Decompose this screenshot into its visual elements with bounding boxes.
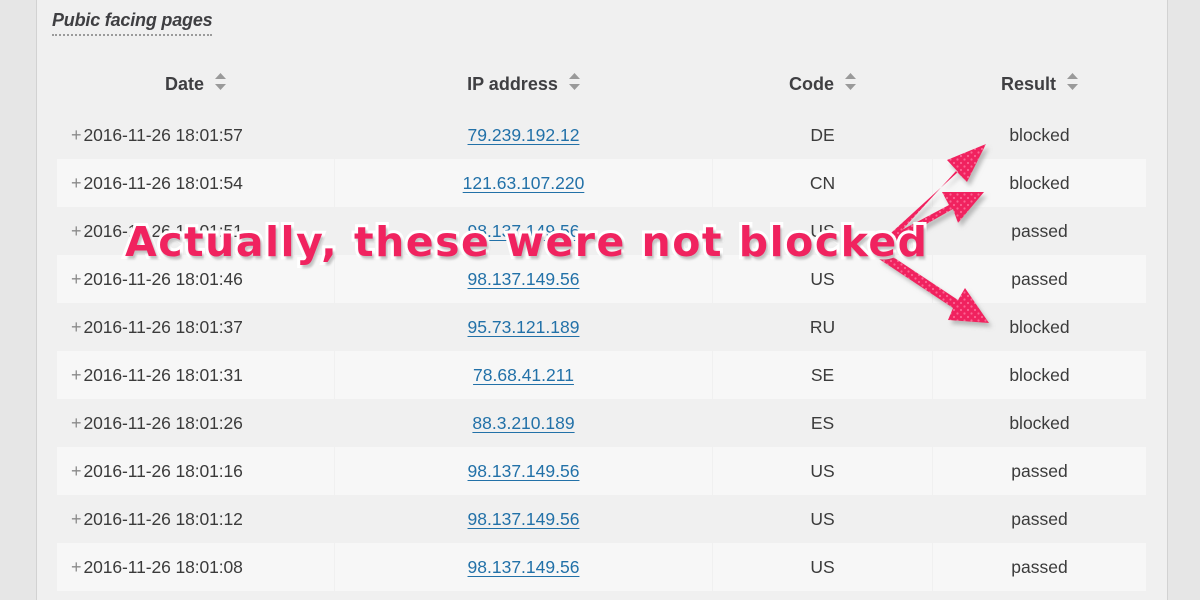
column-header-date-label: Date: [164, 74, 204, 94]
ip-address-link[interactable]: 121.63.107.220: [463, 173, 585, 193]
date-value: 2016-11-26 18:01:54: [83, 172, 243, 193]
cell-result: blocked: [932, 111, 1147, 160]
expand-row-icon[interactable]: +: [71, 317, 82, 338]
ip-address-link[interactable]: 98.137.149.56: [468, 269, 580, 289]
ip-address-link[interactable]: 88.3.210.189: [472, 413, 574, 433]
date-value: 2016-11-26 18:01:26: [83, 412, 243, 433]
sort-updown-icon[interactable]: [568, 73, 580, 95]
ip-address-link[interactable]: 98.137.149.56: [468, 557, 580, 577]
expand-row-icon[interactable]: +: [71, 173, 82, 194]
table-row[interactable]: +2016-11-26 18:01:26 88.3.210.189 ES blocke…: [56, 399, 1147, 448]
expand-row-icon[interactable]: +: [71, 413, 82, 434]
expand-row-icon[interactable]: +: [71, 365, 82, 386]
date-value: 2016-11-26 18:01:16: [83, 460, 243, 481]
cell-date: +2016-11-26 18:01:54: [56, 159, 335, 208]
column-header-result[interactable]: Result: [932, 64, 1147, 112]
date-value: 2016-11-26 18:01:57: [83, 124, 243, 145]
cell-result: blocked: [932, 303, 1147, 352]
cell-date: +2016-11-26 18:01:08: [56, 543, 335, 592]
sort-updown-icon[interactable]: [215, 73, 227, 95]
column-header-ip-address[interactable]: IP address: [334, 64, 713, 112]
cell-ip-address: 88.3.210.189: [334, 399, 713, 448]
expand-row-icon[interactable]: +: [71, 461, 82, 482]
cell-result: passed: [932, 447, 1147, 496]
cell-date: +2016-11-26 18:01:26: [56, 399, 335, 448]
page-title: Pubic facing pages: [52, 10, 213, 36]
cell-country-code: DE: [712, 111, 933, 160]
cell-ip-address: 121.63.107.220: [334, 159, 713, 208]
cell-ip-address: 79.239.192.12: [334, 111, 713, 160]
column-header-code-label: Code: [788, 74, 834, 94]
cell-date: +2016-11-26 18:01:57: [56, 111, 335, 160]
table-header-row: Date IP address Code Result: [56, 64, 1147, 112]
cell-result: passed: [932, 207, 1147, 256]
ip-address-link[interactable]: 95.73.121.189: [468, 317, 580, 337]
cell-ip-address: 78.68.41.211: [334, 351, 713, 400]
screenshot-root: Pubic facing pages Date IP address Code …: [0, 0, 1200, 600]
table-header: Date IP address Code Result: [56, 64, 1147, 112]
cell-country-code: US: [712, 495, 933, 544]
cell-country-code: SE: [712, 351, 933, 400]
expand-row-icon[interactable]: +: [71, 221, 82, 242]
annotation-note: Actually, these were not blocked: [122, 215, 930, 269]
expand-row-icon[interactable]: +: [71, 269, 82, 290]
expand-row-icon[interactable]: +: [71, 125, 82, 146]
date-value: 2016-11-26 18:01:37: [83, 316, 243, 337]
expand-row-icon[interactable]: +: [71, 509, 82, 530]
access-log-table: Date IP address Code Result + 2016-11-26…: [56, 64, 1147, 592]
column-header-result-label: Result: [1000, 74, 1056, 94]
cell-result: blocked: [932, 351, 1147, 400]
cell-date: +2016-11-26 18:01:12: [56, 495, 335, 544]
cell-result: passed: [932, 543, 1147, 592]
ip-address-link[interactable]: 78.68.41.211: [473, 365, 574, 385]
cell-date: +2016-11-26 18:01:16: [56, 447, 335, 496]
table-row[interactable]: +2016-11-26 18:01:12 98.137.149.56 US passe…: [56, 495, 1147, 544]
cell-result: blocked: [932, 399, 1147, 448]
expand-row-icon[interactable]: +: [71, 557, 82, 578]
cell-ip-address: 98.137.149.56: [334, 543, 713, 592]
table-row[interactable]: +2016-11-26 18:01:57 79.239.192.12 DE block…: [56, 111, 1147, 160]
cell-result: passed: [932, 495, 1147, 544]
cell-result: passed: [932, 255, 1147, 304]
cell-country-code: RU: [712, 303, 933, 352]
date-value: 2016-11-26 18:01:12: [83, 508, 243, 529]
ip-address-link[interactable]: 79.239.192.12: [468, 125, 580, 145]
date-value: 2016-11-26 18:01:46: [83, 268, 243, 289]
table-body: +2016-11-26 18:01:57 79.239.192.12 DE block…: [56, 111, 1147, 592]
column-header-code[interactable]: Code: [712, 64, 933, 112]
cell-result: blocked: [932, 159, 1147, 208]
cell-country-code: ES: [712, 399, 933, 448]
date-value: 2016-11-26 18:01:31: [83, 364, 243, 385]
cell-date: +2016-11-26 18:01:31: [56, 351, 335, 400]
sort-updown-icon[interactable]: [1067, 73, 1079, 95]
table-row[interactable]: +2016-11-26 18:01:08 98.137.149.56 US passe…: [56, 543, 1147, 592]
cell-country-code: US: [712, 447, 933, 496]
cell-ip-address: 95.73.121.189: [334, 303, 713, 352]
cell-country-code: US: [712, 543, 933, 592]
table-row[interactable]: +2016-11-26 18:01:37 95.73.121.189 RU block…: [56, 303, 1147, 352]
cell-country-code: CN: [712, 159, 933, 208]
table-row[interactable]: +2016-11-26 18:01:16 98.137.149.56 US passe…: [56, 447, 1147, 496]
cell-ip-address: 98.137.149.56: [334, 495, 713, 544]
table-row[interactable]: +2016-11-26 18:01:31 78.68.41.211 SE blocke…: [56, 351, 1147, 400]
cell-date: +2016-11-26 18:01:37: [56, 303, 335, 352]
column-header-date[interactable]: Date: [56, 64, 335, 112]
table-row[interactable]: +2016-11-26 18:01:54 121.63.107.220 CN bloc…: [56, 159, 1147, 208]
ip-address-link[interactable]: 98.137.149.56: [468, 461, 580, 481]
column-header-ip-address-label: IP address: [467, 74, 558, 94]
sort-updown-icon[interactable]: [845, 73, 856, 95]
ip-address-link[interactable]: 98.137.149.56: [468, 509, 580, 529]
date-value: 2016-11-26 18:01:08: [83, 556, 243, 577]
cell-ip-address: 98.137.149.56: [334, 447, 713, 496]
